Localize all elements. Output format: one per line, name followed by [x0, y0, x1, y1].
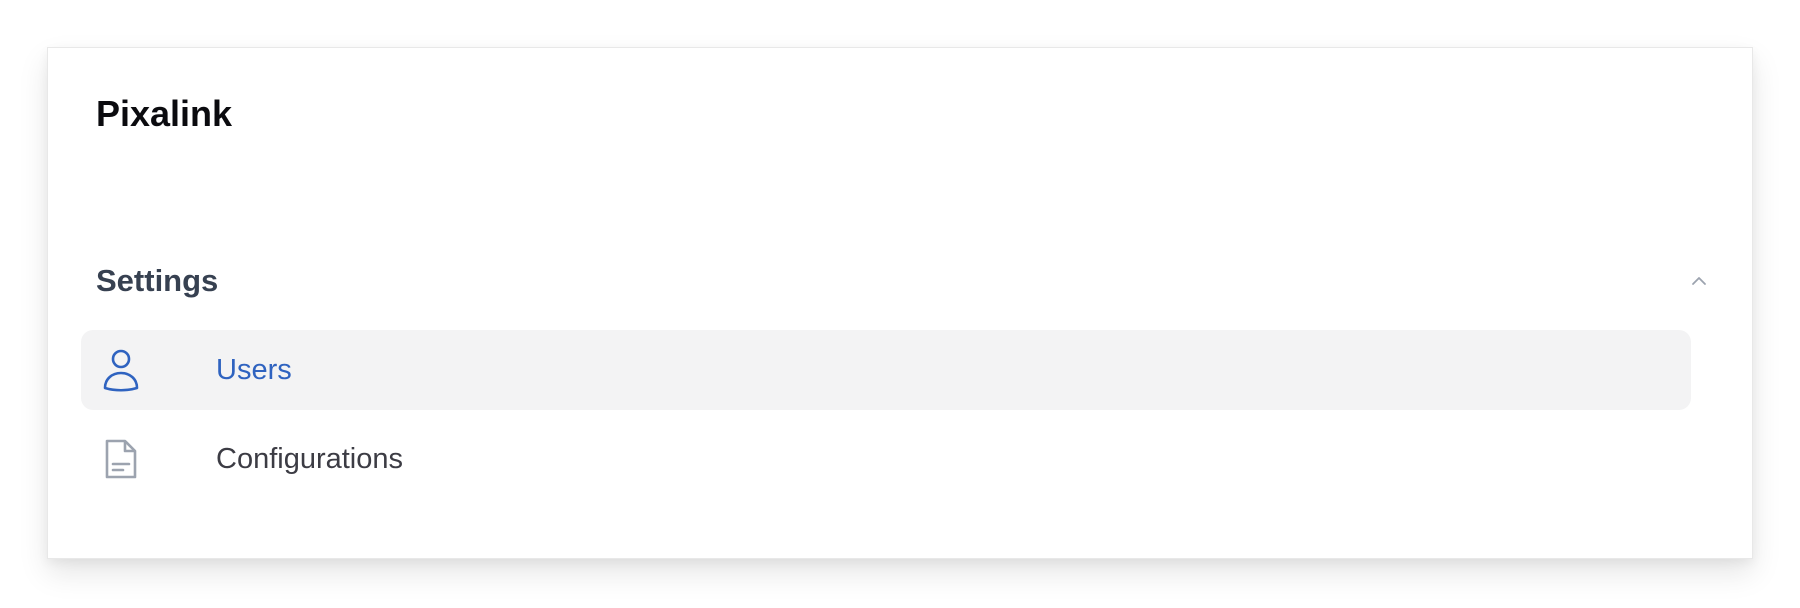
chevron-up-icon[interactable]	[1687, 269, 1711, 293]
nav-item-label: Configurations	[216, 443, 403, 475]
user-icon	[103, 349, 139, 392]
nav-item-users[interactable]: Users	[81, 330, 1691, 410]
document-icon	[105, 439, 137, 479]
settings-panel: Pixalink Settings Users Configurations	[47, 47, 1753, 559]
nav-item-configurations[interactable]: Configurations	[81, 419, 1691, 499]
settings-section-header[interactable]: Settings	[96, 259, 1722, 303]
nav-item-label: Users	[216, 354, 292, 386]
section-title: Settings	[96, 263, 219, 298]
app-title: Pixalink	[96, 93, 233, 134]
